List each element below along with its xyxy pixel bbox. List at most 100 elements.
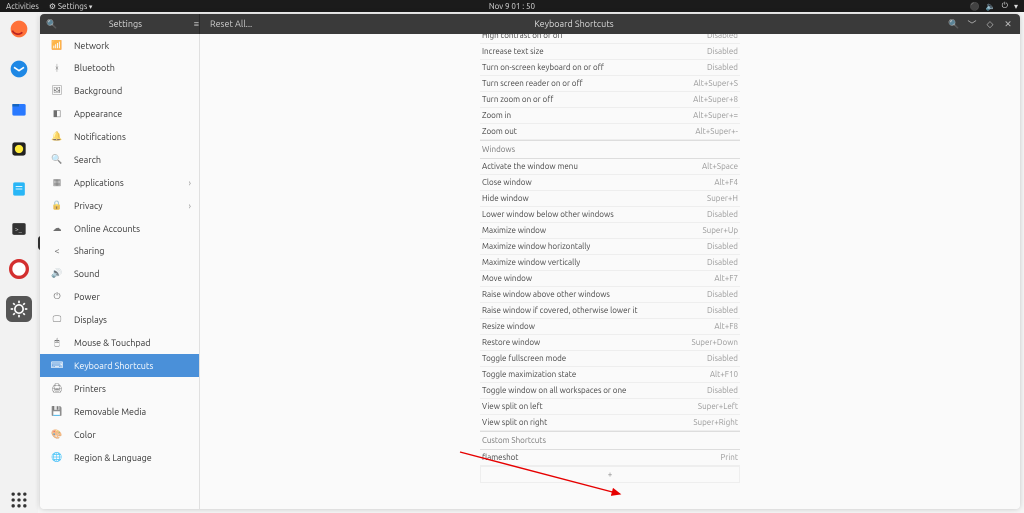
sidebar-item-search[interactable]: 🔍Search <box>40 148 199 171</box>
shortcut-row[interactable]: Maximize windowSuper+Up <box>480 223 740 239</box>
shortcut-row[interactable]: High contrast on or offDisabled <box>480 34 740 44</box>
shortcut-row[interactable]: Lower window below other windows Disabled <box>480 207 740 223</box>
shortcut-binding: Disabled <box>707 258 738 267</box>
sidebar-item-power[interactable]: ⏻Power <box>40 285 199 308</box>
sound-icon: 🔊 <box>50 268 64 279</box>
dock-help[interactable] <box>6 256 32 282</box>
shortcut-label: View split on right <box>482 418 547 427</box>
dock-firefox[interactable] <box>6 16 32 42</box>
shortcut-row[interactable]: Close window Alt+F4 <box>480 175 740 191</box>
sidebar-item-applications[interactable]: ▦Applications› <box>40 171 199 194</box>
hamburger-icon[interactable]: ≡ <box>194 19 199 29</box>
shortcut-row[interactable]: flameshotPrint <box>480 450 740 466</box>
shortcut-label: Resize window <box>482 322 535 331</box>
sidebar-item-label: Printers <box>74 384 106 394</box>
sidebar-item-online-accounts[interactable]: ☁Online Accounts <box>40 217 199 240</box>
shortcut-label: Zoom out <box>482 127 517 136</box>
shortcut-label: Hide window <box>482 194 529 203</box>
sidebar-item-background[interactable]: 🖼Background <box>40 79 199 102</box>
volume-indicator-icon[interactable]: 🔈 <box>986 2 996 11</box>
sidebar-item-label: Color <box>74 430 96 440</box>
sidebar-item-removable-media[interactable]: 💾Removable Media <box>40 400 199 423</box>
shortcut-row[interactable]: Restore windowSuper+Down <box>480 335 740 351</box>
shortcut-row[interactable]: Resize windowAlt+F8 <box>480 319 740 335</box>
shortcut-row[interactable]: Toggle window on all workspaces or oneDi… <box>480 383 740 399</box>
search-icon[interactable]: 🔍 <box>948 18 960 30</box>
shortcut-row[interactable]: Raise window above other windowsDisabled <box>480 287 740 303</box>
sidebar-item-label: Removable Media <box>74 407 146 417</box>
shortcut-row[interactable]: Turn screen reader on or offAlt+Super+S <box>480 76 740 92</box>
shortcut-row[interactable]: Activate the window menuAlt+Space <box>480 159 740 175</box>
region-icon: 🌐 <box>50 452 64 463</box>
dock-text[interactable] <box>6 176 32 202</box>
clock[interactable]: Nov 9 01 : 50 <box>489 2 535 11</box>
shortcut-label: Activate the window menu <box>482 162 578 171</box>
sidebar-item-network[interactable]: 📶Network <box>40 34 199 57</box>
add-shortcut-button[interactable]: + <box>480 466 740 483</box>
shortcut-row[interactable]: Maximize window vertically Disabled <box>480 255 740 271</box>
shortcut-row[interactable]: Turn zoom on or offAlt+Super+8 <box>480 92 740 108</box>
sidebar-item-printers[interactable]: 🖨Printers <box>40 377 199 400</box>
sidebar-search-icon[interactable]: 🔍 <box>46 19 57 30</box>
shortcut-row[interactable]: View split on rightSuper+Right <box>480 415 740 431</box>
sidebar-item-appearance[interactable]: ◧Appearance <box>40 102 199 125</box>
power-indicator-icon[interactable]: ⏻ <box>1002 1 1008 11</box>
shortcut-label: Maximize window horizontally <box>482 242 590 251</box>
shortcut-row[interactable]: Hide windowSuper+H <box>480 191 740 207</box>
sidebar-title: Settings <box>63 19 188 29</box>
page-title: Keyboard Shortcuts <box>534 19 613 29</box>
shortcut-label: Lower window below other windows <box>482 210 614 219</box>
activities-button[interactable]: Activities <box>6 2 39 11</box>
shortcut-row[interactable]: Toggle maximization stateAlt+F10 <box>480 367 740 383</box>
shortcut-label: Close window <box>482 178 532 187</box>
network-indicator-icon[interactable]: ⚫ <box>970 2 980 11</box>
sidebar-item-mouse-touchpad[interactable]: 🖱Mouse & Touchpad <box>40 331 199 354</box>
dock-files[interactable] <box>6 96 32 122</box>
sidebar-item-label: Sound <box>74 269 100 279</box>
sidebar-item-sound[interactable]: 🔊 Sound <box>40 262 199 285</box>
wifi-icon: 📶 <box>50 40 64 51</box>
close-icon[interactable]: ✕ <box>1002 18 1014 30</box>
shortcut-row[interactable]: Raise window if covered, otherwise lower… <box>480 303 740 319</box>
sidebar-item-privacy[interactable]: 🔒Privacy› <box>40 194 199 217</box>
shortcut-row[interactable]: Zoom inAlt+Super+= <box>480 108 740 124</box>
shortcut-row[interactable]: Increase text sizeDisabled <box>480 44 740 60</box>
shortcut-binding: Alt+F4 <box>714 178 738 187</box>
gear-icon: ⚙ <box>49 2 56 11</box>
dock-rhythmbox[interactable] <box>6 136 32 162</box>
color-icon: 🎨 <box>50 429 64 440</box>
shortcut-binding: Disabled <box>707 386 738 395</box>
sidebar-item-color[interactable]: 🎨 Color <box>40 423 199 446</box>
shortcut-label: flameshot <box>482 453 518 462</box>
shortcut-row[interactable]: Turn on-screen keyboard on or offDisable… <box>480 60 740 76</box>
reset-all-button[interactable]: Reset All... <box>200 19 252 29</box>
shortcut-row[interactable]: Maximize window horizontallyDisabled <box>480 239 740 255</box>
dock-thunderbird[interactable] <box>6 56 32 82</box>
shortcut-row[interactable]: Move windowAlt+F7 <box>480 271 740 287</box>
system-menu-chevron-icon[interactable]: ▾ <box>1014 2 1018 11</box>
sidebar-item-sharing[interactable]: <Sharing <box>40 240 199 262</box>
sidebar-item-label: Background <box>74 86 122 96</box>
shortcut-binding: Disabled <box>707 210 738 219</box>
app-menu[interactable]: ⚙ Settings <box>49 2 93 11</box>
shortcut-row[interactable]: View split on leftSuper+Left <box>480 399 740 415</box>
maximize-icon[interactable]: ◇ <box>984 18 996 30</box>
sidebar-item-label: Notifications <box>74 132 126 142</box>
minimize-icon[interactable]: ﹀ <box>966 18 978 30</box>
dock-settings[interactable] <box>6 296 32 322</box>
shortcut-label: Raise window above other windows <box>482 290 610 299</box>
chevron-right-icon: › <box>188 201 191 211</box>
shortcut-binding: Super+Down <box>692 338 739 347</box>
shortcut-row[interactable]: Zoom outAlt+Super+- <box>480 124 740 140</box>
sidebar-item-region-language[interactable]: 🌐Region & Language <box>40 446 199 469</box>
section-header: Windows <box>480 140 740 159</box>
sidebar-item-keyboard-shortcuts[interactable]: ⌨Keyboard Shortcuts <box>40 354 199 377</box>
dock-show-apps[interactable] <box>6 487 32 513</box>
sidebar-item-displays[interactable]: 🖵Displays <box>40 308 199 331</box>
shortcut-row[interactable]: Toggle fullscreen modeDisabled <box>480 351 740 367</box>
sidebar-item-bluetooth[interactable]: ᚼBluetooth <box>40 57 199 79</box>
dock-terminal[interactable]: >_ <box>6 216 32 242</box>
sidebar-item-notifications[interactable]: 🔔Notifications <box>40 125 199 148</box>
shortcut-label: Maximize window vertically <box>482 258 580 267</box>
shortcut-label: Turn zoom on or off <box>482 95 553 104</box>
